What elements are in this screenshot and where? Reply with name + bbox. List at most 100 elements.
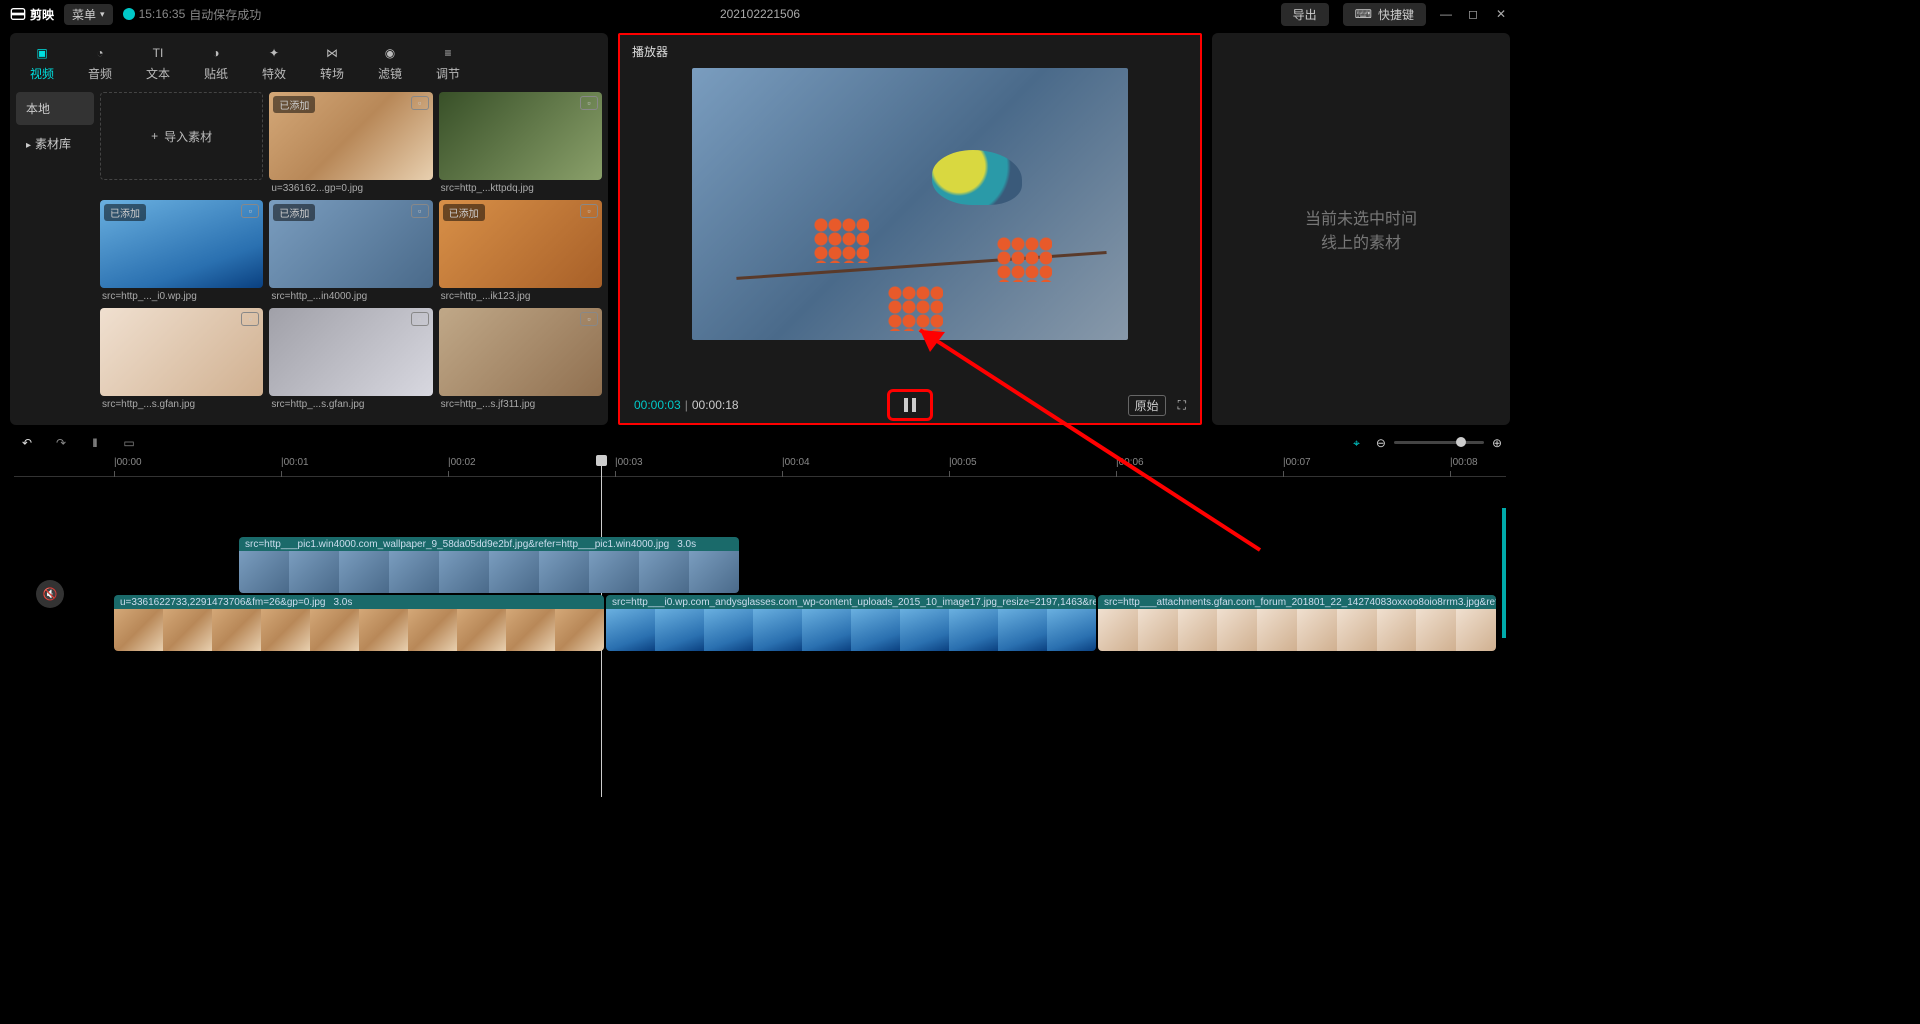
play-pause-button[interactable] xyxy=(887,389,933,421)
zoom-in-button[interactable]: ⊕ xyxy=(1492,436,1502,450)
ruler-tick: |00:06 xyxy=(1116,457,1144,468)
import-media-button[interactable]: +导入素材 xyxy=(100,92,263,194)
media-thumb[interactable]: 已添加▫src=http_...in4000.jpg xyxy=(269,200,432,302)
media-tab-text[interactable]: TI文本 xyxy=(132,39,184,86)
thumb-caption: src=http_...s.gfan.jpg xyxy=(269,396,432,410)
media-tab-video[interactable]: ▣视频 xyxy=(16,39,68,86)
added-badge: 已添加 xyxy=(443,204,485,221)
media-tab-filter[interactable]: ◉滤镜 xyxy=(364,39,416,86)
thumb-type-icon: ▫ xyxy=(580,312,598,326)
track-mute-button[interactable]: 🔇 xyxy=(36,580,64,608)
minimize-button[interactable]: — xyxy=(1440,7,1454,21)
media-panel: ▣视频◔音频TI文本◑贴纸✦特效⋈转场◉滤镜≡调节 本地 ▸素材库 +导入素材 … xyxy=(10,33,608,425)
main-menu-button[interactable]: 菜单 ▾ xyxy=(64,4,113,25)
preview-image xyxy=(692,68,1128,340)
effect-icon: ✦ xyxy=(264,43,284,63)
thumb-type-icon: ▫ xyxy=(241,204,259,218)
media-sidebar: 本地 ▸素材库 xyxy=(10,86,100,425)
export-button[interactable]: 导出 xyxy=(1281,3,1329,26)
media-thumb[interactable]: 已添加▫src=http_..._i0.wp.jpg xyxy=(100,200,263,302)
added-badge: 已添加 xyxy=(104,204,146,221)
autosave-text: 自动保存成功 xyxy=(189,6,261,23)
clip-duration: 3.0s xyxy=(677,539,696,550)
media-thumb[interactable]: ▫src=http_...s.jf311.jpg xyxy=(439,308,602,410)
media-tab-effect[interactable]: ✦特效 xyxy=(248,39,300,86)
clip-main[interactable]: src=http___i0.wp.com_andysglasses.com_wp… xyxy=(606,595,1096,651)
hotkeys-label: 快捷键 xyxy=(1378,6,1414,23)
clip-main[interactable]: src=http___attachments.gfan.com_forum_20… xyxy=(1098,595,1496,651)
titlebar: 剪映 菜单 ▾ 15:16:35 自动保存成功 202102221506 导出 … xyxy=(0,0,1520,28)
inspector-empty-text: 当前未选中时间 线上的素材 xyxy=(1305,205,1417,253)
fullscreen-button[interactable]: ⛶ xyxy=(1178,398,1186,413)
media-tabs: ▣视频◔音频TI文本◑贴纸✦特效⋈转场◉滤镜≡调节 xyxy=(10,33,608,86)
pause-icon xyxy=(904,398,916,412)
zoom-control: ⊖ ⊕ xyxy=(1376,436,1502,450)
clip-label: u=3361622733,2291473706&fm=26&gp=0.jpg xyxy=(120,597,325,608)
clip-overlay[interactable]: src=http___pic1.win4000.com_wallpaper_9_… xyxy=(239,537,739,593)
close-button[interactable]: ✕ xyxy=(1496,7,1510,21)
ruler-tick: |00:04 xyxy=(782,457,810,468)
thumb-type-icon: ▫ xyxy=(241,312,259,326)
ruler-tick: |00:07 xyxy=(1283,457,1311,468)
maximize-button[interactable]: ◻ xyxy=(1468,7,1482,21)
sidebar-library-label: 素材库 xyxy=(35,137,71,151)
thumb-caption: src=http_...s.gfan.jpg xyxy=(100,396,263,410)
hotkeys-button[interactable]: ⌨ 快捷键 xyxy=(1343,3,1426,26)
zoom-out-button[interactable]: ⊖ xyxy=(1376,436,1386,450)
speaker-muted-icon: 🔇 xyxy=(43,587,58,601)
media-tab-transition[interactable]: ⋈转场 xyxy=(306,39,358,86)
audio-icon: ◔ xyxy=(90,43,110,63)
thumb-caption: u=336162...gp=0.jpg xyxy=(269,180,432,194)
redo-button[interactable]: ↷ xyxy=(52,436,70,450)
split-button[interactable]: ‖ xyxy=(86,436,104,450)
thumb-caption: src=http_...kttpdq.jpg xyxy=(439,180,602,194)
media-thumb[interactable]: ▫ src=http_...s.gfan.jpg xyxy=(100,308,263,410)
logo-icon xyxy=(10,6,26,22)
added-badge: 已添加 xyxy=(273,204,315,221)
ruler-tick: |00:08 xyxy=(1450,457,1478,468)
project-name: 202102221506 xyxy=(720,7,800,21)
thumb-type-icon: ▫ xyxy=(411,96,429,110)
undo-button[interactable]: ↶ xyxy=(18,436,36,450)
sidebar-item-library[interactable]: ▸素材库 xyxy=(16,127,94,160)
app-logo: 剪映 xyxy=(10,6,54,23)
ruler-tick: |00:00 xyxy=(114,457,142,468)
clip-main[interactable]: u=3361622733,2291473706&fm=26&gp=0.jpg 3.… xyxy=(114,595,604,651)
autosave-time: 15:16:35 xyxy=(139,7,186,21)
check-icon xyxy=(123,8,135,20)
track-main[interactable]: u=3361622733,2291473706&fm=26&gp=0.jpg 3.… xyxy=(14,595,1506,651)
ruler-tick: |00:01 xyxy=(281,457,309,468)
autosave-status: 15:16:35 自动保存成功 xyxy=(123,6,262,23)
media-thumb[interactable]: ▫src=http_...s.gfan.jpg xyxy=(269,308,432,410)
main-menu-label: 菜单 xyxy=(72,6,96,23)
time-divider: | xyxy=(685,398,688,412)
thumb-caption: src=http_...in4000.jpg xyxy=(269,288,432,302)
media-tab-audio[interactable]: ◔音频 xyxy=(74,39,126,86)
player-panel: 播放器 00:00:03 | 00:00:18 原始 ⛶ xyxy=(618,33,1202,425)
clip-label: src=http___i0.wp.com_andysglasses.com_wp… xyxy=(612,597,1096,608)
media-tab-adjust[interactable]: ≡调节 xyxy=(422,39,474,86)
media-thumb[interactable]: ▫src=http_...kttpdq.jpg xyxy=(439,92,602,194)
track-upper[interactable]: src=http___pic1.win4000.com_wallpaper_9_… xyxy=(14,537,1506,593)
ruler-tick: |00:02 xyxy=(448,457,476,468)
app-name: 剪映 xyxy=(30,6,54,23)
time-ruler[interactable]: |00:00|00:01|00:02|00:03|00:04|00:05|00:… xyxy=(14,457,1506,477)
media-thumb[interactable]: 已添加▫u=336162...gp=0.jpg xyxy=(269,92,432,194)
aspect-ratio-button[interactable]: 原始 xyxy=(1128,395,1166,416)
timeline[interactable]: |00:00|00:01|00:02|00:03|00:04|00:05|00:… xyxy=(0,457,1520,797)
media-tab-sticker[interactable]: ◑贴纸 xyxy=(190,39,242,86)
snap-toggle[interactable]: ⌖ xyxy=(1353,436,1360,451)
zoom-slider[interactable] xyxy=(1394,441,1484,444)
sidebar-item-local[interactable]: 本地 xyxy=(16,92,94,125)
player-title: 播放器 xyxy=(620,35,1200,68)
media-thumb[interactable]: 已添加▫src=http_...ik123.jpg xyxy=(439,200,602,302)
player-controls: 00:00:03 | 00:00:18 原始 ⛶ xyxy=(620,387,1200,423)
plus-icon: + xyxy=(151,129,158,143)
clip-duration: 3.0s xyxy=(333,597,352,608)
current-time: 00:00:03 xyxy=(634,398,681,412)
timeline-toolbar: ↶ ↷ ‖ ▭ ⌖ ⊖ ⊕ xyxy=(0,429,1520,457)
delete-button[interactable]: ▭ xyxy=(120,436,138,450)
timeline-end-marker xyxy=(1502,508,1506,638)
player-viewport[interactable] xyxy=(692,68,1128,340)
sticker-icon: ◑ xyxy=(206,43,226,63)
